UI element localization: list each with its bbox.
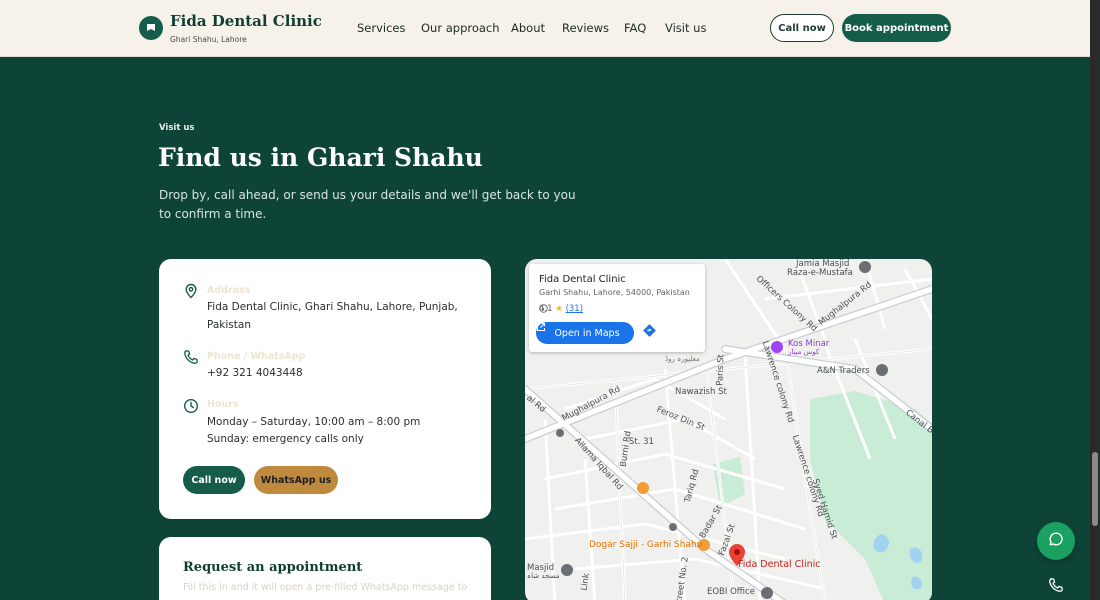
whatsapp-button[interactable]: WhatsApp us xyxy=(254,466,338,494)
clinic-logo-icon[interactable] xyxy=(139,16,163,40)
clock-icon xyxy=(183,398,199,414)
hours-sunday: Sunday: emergency calls only xyxy=(207,433,364,445)
transit-poi-icon xyxy=(556,429,564,437)
chat-fab-button[interactable] xyxy=(1037,522,1075,560)
map-label-kos-minar-urdu: کوس مینار xyxy=(788,348,820,356)
nav-faq[interactable]: FAQ xyxy=(624,21,646,35)
map-label-masjid-urdu: مسجد شاہ xyxy=(527,572,560,580)
nav-about[interactable]: About xyxy=(511,21,545,35)
phone-label: Phone / WhatsApp xyxy=(207,351,306,362)
map-label-raza-mustafa: Raza-e-Mustafa xyxy=(787,268,853,278)
map-label-an-traders: A&N Traders xyxy=(817,366,870,376)
open-in-maps-label: Open in Maps xyxy=(554,327,620,339)
contact-info-card: Address Fida Dental Clinic, Ghari Shahu,… xyxy=(159,259,491,519)
request-title: Request an appointment xyxy=(183,560,363,575)
eobi-poi-icon xyxy=(761,587,773,599)
directions-icon[interactable] xyxy=(643,324,661,342)
map-place-card: Fida Dental Clinic Garhi Shahu, Lahore, … xyxy=(529,264,705,352)
nav-services[interactable]: Services xyxy=(357,21,406,35)
map-label-dogar-sajji: Dogar Sajji - Garhi Shahu xyxy=(589,540,703,550)
section-title: Find us in Ghari Shahu xyxy=(158,143,483,172)
phone-value[interactable]: +92 321 4043448 xyxy=(207,365,477,383)
book-appointment-button[interactable]: Book appointment xyxy=(842,14,951,42)
map-review-count[interactable]: (31) xyxy=(566,304,583,314)
clinic-name[interactable]: Fida Dental Clinic xyxy=(170,12,322,30)
star-icon: ★ xyxy=(555,304,563,314)
call-now-button[interactable]: Call now xyxy=(183,466,245,494)
hours-weekdays: Monday – Saturday, 10:00 am – 8:00 pm xyxy=(207,416,421,428)
phone-icon xyxy=(183,349,199,365)
map-place-name: Fida Dental Clinic xyxy=(539,274,626,285)
map-label-paris: Paris St xyxy=(715,353,727,387)
bus-stop-poi-icon xyxy=(669,523,677,531)
embedded-map[interactable]: Jamia Masjid Raza-e-Mustafa Officers Col… xyxy=(525,259,932,600)
open-in-maps-button[interactable]: Open in Maps xyxy=(536,322,634,344)
mosque-poi-icon xyxy=(859,261,871,273)
masjid-poi-icon xyxy=(561,564,573,576)
map-label-eobi: EOBI Office xyxy=(707,587,755,597)
map-label-st31: St. 31 xyxy=(629,437,654,447)
map-rating: 4.1 ★ (31) xyxy=(539,304,583,314)
map-label-fida-pin: Fida Dental Clinic xyxy=(738,559,821,570)
nav-visit-us[interactable]: Visit us xyxy=(665,21,706,35)
location-pin-icon xyxy=(183,283,199,299)
map-label-nawazish: Nawazish St xyxy=(675,387,727,397)
page-scrollbar-thumb[interactable] xyxy=(1092,452,1098,526)
address-label: Address xyxy=(207,285,251,296)
request-subtitle: Fill this in and it will open a pre-fill… xyxy=(183,582,468,593)
address-value: Fida Dental Clinic, Ghari Shahu, Lahore,… xyxy=(207,301,458,331)
nav-our-approach[interactable]: Our approach xyxy=(421,21,500,35)
clinic-location: Ghari Shahu, Lahore xyxy=(170,35,247,44)
nav-reviews[interactable]: Reviews xyxy=(562,21,609,35)
an-traders-poi-icon xyxy=(876,364,888,376)
section-description: Drop by, call ahead, or send us your det… xyxy=(159,188,576,221)
section-eyebrow: Visit us xyxy=(159,123,195,133)
site-header: Fida Dental Clinic Ghari Shahu, Lahore S… xyxy=(0,0,1090,57)
request-appointment-card: Request an appointment Fill this in and … xyxy=(159,537,491,600)
restaurant-poi-icon xyxy=(637,482,649,494)
hours-label: Hours xyxy=(207,399,239,410)
map-label-mughalpura-urdu: مغلپورہ روڈ xyxy=(665,355,700,363)
header-call-button[interactable]: Call now xyxy=(770,14,834,42)
phone-fab-icon[interactable] xyxy=(1045,574,1067,596)
chat-icon xyxy=(1048,531,1064,551)
map-place-address: Garhi Shahu, Lahore, 54000, Pakistan xyxy=(539,288,690,297)
